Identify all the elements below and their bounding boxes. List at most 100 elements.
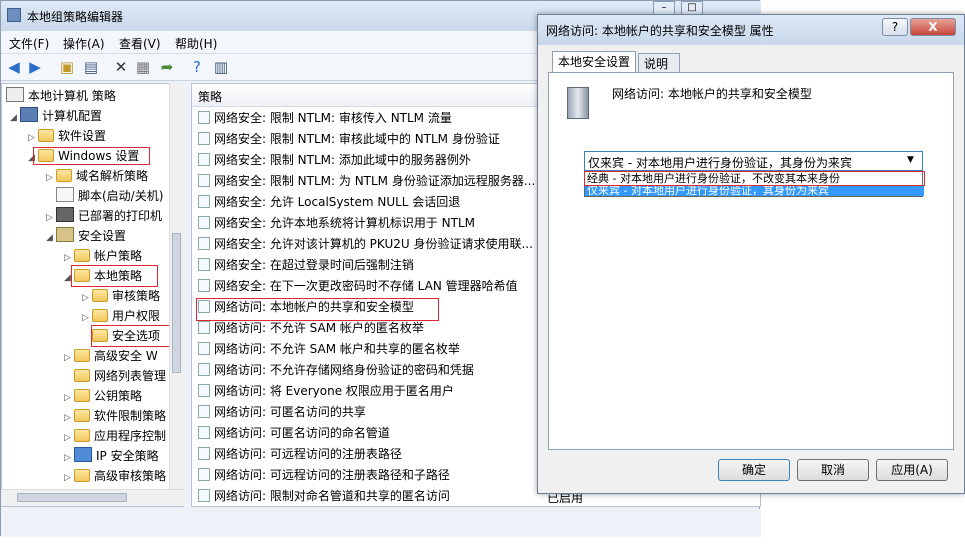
tab-content: 网络访问: 本地帐户的共享和安全模型 [548, 72, 954, 450]
menu-action[interactable]: 操作(A) [63, 35, 105, 52]
menu-view[interactable]: 查看(V) [119, 35, 161, 52]
properties-icon[interactable]: ▦ [133, 57, 153, 77]
menu-help[interactable]: 帮助(H) [175, 35, 217, 52]
tree-node-ip-security[interactable]: ▷ IP 安全策略 [64, 446, 159, 466]
policy-icon [198, 426, 210, 439]
dialog-help-button[interactable]: ? [882, 18, 908, 36]
tab-local-security-setting[interactable]: 本地安全设置 [552, 51, 636, 74]
dropdown-selected-value: 仅来宾 - 对本地用户进行身份验证，其身份为来宾 [588, 156, 852, 170]
list-item[interactable]: 网络访问: 不允许 SAM 帐户和共享的匿名枚举 [198, 339, 460, 359]
list-item[interactable]: 网络安全: 在下一次更改密码时不存储 LAN 管理器哈希值 [198, 276, 518, 296]
dialog-title-bar: 网络访问: 本地帐户的共享和安全模型 属性 ? X [538, 15, 964, 45]
policy-icon [198, 321, 210, 334]
list-item[interactable]: 网络访问: 将 Everyone 权限应用于匿名用户 [198, 381, 454, 401]
policy-icon [198, 258, 210, 271]
server-icon [567, 87, 589, 119]
list-item[interactable]: 网络安全: 限制 NTLM: 审核传入 NTLM 流量 [198, 108, 452, 128]
list-item[interactable]: 网络安全: 在超过登录时间后强制注销 [198, 255, 414, 275]
tree-node-advanced-firewall[interactable]: ▷ 高级安全 W [64, 346, 158, 366]
status-bar [1, 509, 761, 537]
annotation-box-classic-option [584, 171, 925, 186]
policy-icon [198, 174, 210, 187]
cancel-button[interactable]: 取消 [797, 459, 869, 481]
tab-explain[interactable]: 说明 [638, 53, 680, 73]
tree-node-software-settings[interactable]: ▷ 软件设置 [28, 126, 106, 146]
policy-icon [198, 132, 210, 145]
export-icon[interactable]: ➦ [157, 57, 177, 77]
tree-node-network-list[interactable]: 网络列表管理 [74, 366, 166, 386]
dropdown-option-guest-only[interactable]: 仅来宾 - 对本地用户进行身份验证，其身份为来宾 [585, 185, 924, 196]
list-item[interactable]: 网络安全: 允许对该计算机的 PKU2U 身份验证请求使用联... [198, 234, 533, 254]
list-item[interactable]: 网络访问: 可匿名访问的共享 [198, 402, 366, 422]
tree-node-app-control[interactable]: ▷ 应用程序控制 [64, 426, 166, 446]
tree-node-name-resolution[interactable]: ▷ 域名解析策略 [46, 166, 148, 186]
tree-node-user-rights[interactable]: ▷ 用户权限 [82, 306, 160, 326]
tree-node-security-settings[interactable]: ◢ 安全设置 [46, 226, 126, 246]
list-item[interactable]: 网络访问: 可远程访问的注册表路径和子路径 [198, 465, 450, 485]
policy-icon [198, 489, 210, 502]
dialog-close-button[interactable]: X [910, 18, 956, 36]
list-item[interactable]: 网络访问: 不允许 SAM 帐户的匿名枚举 [198, 318, 424, 338]
policy-name-label: 网络访问: 本地帐户的共享和安全模型 [612, 87, 812, 101]
tree-node-advanced-audit[interactable]: ▷ 高级审核策略 [64, 466, 166, 486]
tree-node-scripts[interactable]: 脚本(启动/关机) [56, 186, 163, 206]
window-title: 本地组策略编辑器 [27, 10, 124, 24]
folder-icon [74, 429, 90, 442]
console-icon[interactable]: ▥ [211, 57, 231, 77]
folder-icon [92, 289, 108, 302]
folder-icon [56, 169, 72, 182]
folder-icon [38, 129, 54, 142]
security-model-dropdown[interactable]: 仅来宾 - 对本地用户进行身份验证，其身份为来宾 ▼ [584, 151, 923, 171]
tree-node-audit-policy[interactable]: ▷ 审核策略 [82, 286, 160, 306]
annotation-box-selected-policy [196, 298, 439, 321]
annotation-box-local-policy [71, 265, 158, 287]
policy-icon [198, 342, 210, 355]
policy-icon [198, 363, 210, 376]
tree-horizontal-scrollbar[interactable] [1, 489, 184, 506]
scroll-thumb[interactable] [172, 233, 181, 373]
help-icon[interactable]: ? [187, 57, 207, 77]
security-icon [56, 227, 74, 242]
forward-icon[interactable]: ▶ [25, 57, 45, 77]
tree-node-public-key[interactable]: ▷ 公钥策略 [64, 386, 142, 406]
tree-node-printers[interactable]: ▷ 已部署的打印机 [46, 206, 162, 226]
tree-node-computer-config[interactable]: ◢ 计算机配置 [10, 106, 102, 126]
list-item[interactable]: 网络访问: 可匿名访问的命名管道 [198, 423, 390, 443]
policy-icon [198, 384, 210, 397]
back-icon[interactable]: ◀ [4, 57, 24, 77]
list-item[interactable]: 网络访问: 可远程访问的注册表路径 [198, 444, 402, 464]
list-item[interactable]: 网络访问: 不允许存储网络身份验证的密码和凭据 [198, 360, 474, 380]
list-item[interactable]: 网络安全: 允许 LocalSystem NULL 会话回退 [198, 192, 460, 212]
list-item[interactable]: 网络访问: 限制对命名管道和共享的匿名访问 [198, 486, 450, 506]
up-folder-icon[interactable]: ▣ [57, 57, 77, 77]
folder-icon [74, 369, 90, 382]
folder-icon [74, 409, 90, 422]
chevron-down-icon[interactable]: ▼ [907, 155, 914, 165]
computer-icon [20, 107, 38, 122]
ok-button[interactable]: 确定 [718, 459, 790, 481]
tree-node-account-policy[interactable]: ▷ 帐户策略 [64, 246, 142, 266]
list-item[interactable]: 网络安全: 限制 NTLM: 为 NTLM 身份验证添加远程服务器... [198, 171, 535, 191]
list-item[interactable]: 网络安全: 允许本地系统将计算机标识用于 NTLM [198, 213, 475, 233]
tree-node-software-restriction[interactable]: ▷ 软件限制策略 [64, 406, 166, 426]
folder-icon [74, 249, 90, 262]
list-item[interactable]: 网络安全: 限制 NTLM: 审核此域中的 NTLM 身份验证 [198, 129, 500, 149]
policy-icon [6, 87, 24, 102]
policy-icon [198, 153, 210, 166]
script-icon [56, 187, 74, 202]
properties-dialog: 网络访问: 本地帐户的共享和安全模型 属性 ? X 本地安全设置 说明 网络访问… [537, 14, 965, 494]
tree-vertical-scrollbar[interactable] [169, 83, 184, 489]
folder-icon [74, 389, 90, 402]
menu-file[interactable]: 文件(F) [9, 35, 49, 52]
apply-button[interactable]: 应用(A) [876, 459, 948, 481]
annotation-box-security-options [91, 325, 170, 347]
show-tree-icon[interactable]: ▤ [81, 57, 101, 77]
list-item[interactable]: 网络安全: 限制 NTLM: 添加此域中的服务器例外 [198, 150, 471, 170]
policy-icon [198, 468, 210, 481]
column-header-policy[interactable]: 策略 [198, 88, 222, 105]
policy-icon [198, 237, 210, 250]
policy-icon [198, 216, 210, 229]
scroll-thumb[interactable] [17, 493, 127, 502]
delete-icon[interactable]: ✕ [111, 57, 131, 77]
tree-node-local-policy[interactable]: 本地计算机 策略 [6, 86, 116, 106]
